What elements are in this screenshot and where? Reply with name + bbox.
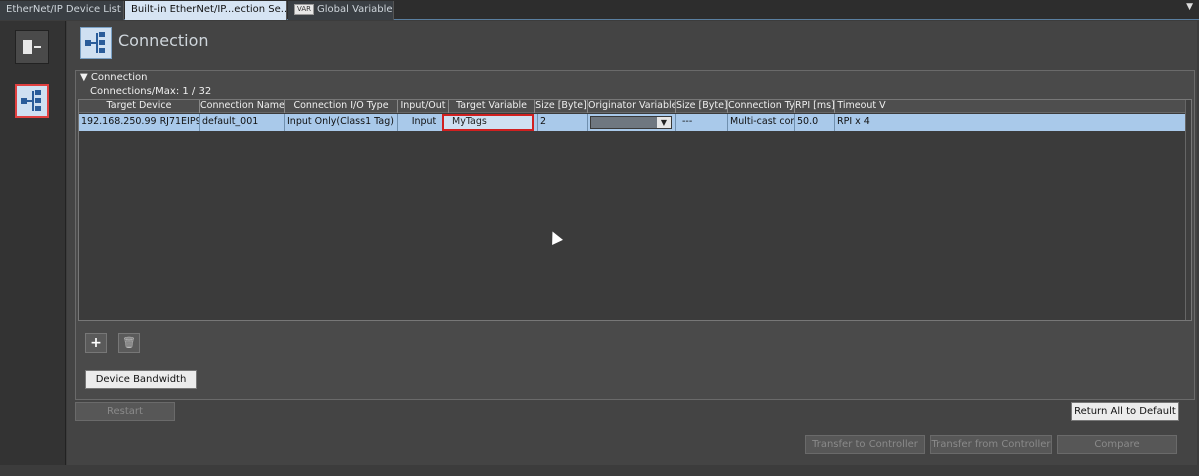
transfer-from-controller-button[interactable]: Transfer from Controller [930,435,1052,454]
tab-label: Global Variables [317,4,394,15]
col-input-output[interactable]: Input/Out [397,100,448,113]
return-all-to-default-button[interactable]: Return All to Default [1071,402,1179,421]
cell-originator-variable[interactable]: ▼ [587,114,675,131]
device-icon [23,40,41,54]
cell-timeout[interactable]: RPI x 4 [834,114,888,131]
transfer-to-controller-button[interactable]: Transfer to Controller [805,435,925,454]
col-target-device[interactable]: Target Device [79,100,199,113]
originator-variable-select[interactable]: ▼ [590,116,672,129]
cell-size-1[interactable]: 2 [537,114,587,131]
col-size-2[interactable]: Size [Byte] [675,100,727,113]
col-size-1[interactable]: Size [Byte] [534,100,587,113]
target-variable-input[interactable]: MyTags [442,114,534,131]
table-row[interactable]: 192.168.250.99 RJ71EIP91 f default_001 I… [79,114,1191,131]
tab-label: Built-in EtherNet/IP...ection Se... [131,4,287,15]
connection-tree-icon [21,90,41,111]
plus-icon: + [90,335,102,351]
device-view-button[interactable] [15,30,49,64]
cell-size-2[interactable]: --- [675,114,727,131]
tab-builtin-ethernet-connection[interactable]: Built-in EtherNet/IP...ection Se... ✕ [125,1,287,20]
table-header: Target Device Connection Name Connection… [79,100,1191,113]
trash-icon: 🗑 [122,336,136,349]
cell-target-device[interactable]: 192.168.250.99 RJ71EIP91 f [79,114,199,131]
col-originator-variable[interactable]: Originator Variable [587,100,675,113]
left-toolbar [0,21,66,465]
connection-view-button[interactable] [15,84,49,118]
main-panel: Connection ▼ Connection Connections/Max:… [67,21,1197,465]
tab-label: EtherNet/IP Device List [6,4,121,15]
cell-input-output[interactable]: Input [397,114,448,131]
connection-group-toggle[interactable]: ▼ Connection [80,72,147,83]
cell-connection-name[interactable]: default_001 [199,114,284,131]
variables-icon: VAR [294,4,314,15]
col-connection-name[interactable]: Connection Name [199,100,284,113]
tab-bar: EtherNet/IP Device List Built-in EtherNe… [0,0,1199,20]
connection-table: Target Device Connection Name Connection… [78,99,1192,321]
connections-max-label: Connections/Max: 1 / 32 [90,86,212,97]
col-connection-io-type[interactable]: Connection I/O Type [284,100,397,113]
delete-connection-button[interactable]: 🗑 [118,333,140,353]
col-rpi[interactable]: RPI [ms] [794,100,834,113]
cell-connection-io-type[interactable]: Input Only(Class1 Tag) [284,114,397,131]
cell-rpi[interactable]: 50.0 [794,114,834,131]
tab-ethernet-device-list[interactable]: EtherNet/IP Device List [0,1,124,20]
restart-button[interactable]: Restart [75,402,175,421]
col-timeout[interactable]: Timeout V [834,100,888,113]
cell-connection-type[interactable]: Multi-cast conn [727,114,794,131]
connection-header-icon [80,27,112,59]
connection-group: ▼ Connection Connections/Max: 1 / 32 Tar… [75,70,1195,400]
compare-button[interactable]: Compare [1057,435,1177,454]
col-connection-type[interactable]: Connection Ty [727,100,794,113]
tab-list-dropdown-icon[interactable]: ▼ [1186,2,1193,12]
chevron-down-icon[interactable]: ▼ [657,117,671,128]
col-target-variable[interactable]: Target Variable [448,100,534,113]
add-connection-button[interactable]: + [85,333,107,353]
tab-global-variables[interactable]: VAR Global Variables [288,1,394,20]
page-title: Connection [118,31,209,50]
table-scrollbar[interactable] [1185,100,1191,320]
device-bandwidth-button[interactable]: Device Bandwidth [85,370,197,389]
